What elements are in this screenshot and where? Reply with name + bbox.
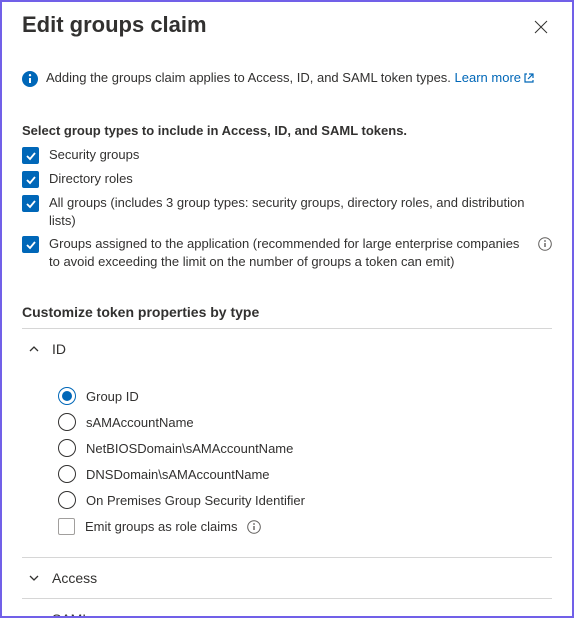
accordion-header-saml[interactable]: SAML — [22, 599, 552, 618]
radio-icon — [58, 439, 76, 457]
radio-label: On Premises Group Security Identifier — [86, 493, 305, 508]
close-icon — [534, 22, 548, 37]
checkbox-label: Groups assigned to the application (reco… — [49, 235, 528, 270]
customize-heading: Customize token properties by type — [22, 304, 552, 329]
radio-group-id[interactable]: Group ID — [58, 387, 546, 405]
checkbox-assigned-groups[interactable]: Groups assigned to the application (reco… — [22, 235, 552, 270]
panel-header: Edit groups claim — [2, 2, 572, 44]
external-link-icon — [523, 72, 535, 87]
radio-dns-sam[interactable]: DNSDomain\sAMAccountName — [58, 465, 546, 483]
info-bar: Adding the groups claim applies to Acces… — [22, 70, 552, 87]
checkbox-icon — [22, 195, 39, 212]
info-text: Adding the groups claim applies to Acces… — [46, 70, 535, 87]
radio-netbios-sam[interactable]: NetBIOSDomain\sAMAccountName — [58, 439, 546, 457]
checkbox-label: Directory roles — [49, 170, 552, 188]
accordion-body-id: Group ID sAMAccountName NetBIOSDomain\sA… — [22, 369, 552, 558]
info-text-content: Adding the groups claim applies to Acces… — [46, 70, 455, 85]
chevron-down-icon — [28, 572, 40, 584]
accordion-label: Access — [52, 570, 97, 586]
radio-label: DNSDomain\sAMAccountName — [86, 467, 270, 482]
accordion-header-access[interactable]: Access — [22, 558, 552, 599]
radio-label: Group ID — [86, 389, 139, 404]
checkbox-icon — [22, 147, 39, 164]
group-types-heading: Select group types to include in Access,… — [22, 123, 552, 138]
checkbox-icon — [22, 236, 39, 253]
panel-content: Adding the groups claim applies to Acces… — [2, 70, 572, 618]
radio-icon — [58, 387, 76, 405]
info-icon[interactable] — [247, 520, 261, 534]
radio-onprem-sid[interactable]: On Premises Group Security Identifier — [58, 491, 546, 509]
checkbox-directory-roles[interactable]: Directory roles — [22, 170, 552, 188]
checkbox-all-groups[interactable]: All groups (includes 3 group types: secu… — [22, 194, 552, 229]
accordion-label: SAML — [52, 611, 90, 618]
panel-title: Edit groups claim — [22, 12, 207, 38]
radio-icon — [58, 491, 76, 509]
accordion-label: ID — [52, 341, 66, 357]
checkbox-label: Security groups — [49, 146, 552, 164]
checkbox-label: All groups (includes 3 group types: secu… — [49, 194, 552, 229]
chevron-down-icon — [28, 613, 40, 618]
close-button[interactable] — [530, 16, 552, 38]
chevron-up-icon — [28, 343, 40, 355]
radio-label: sAMAccountName — [86, 415, 194, 430]
checkbox-label: Emit groups as role claims — [85, 519, 237, 534]
checkbox-emit-role-claims[interactable]: Emit groups as role claims — [58, 517, 546, 535]
edit-groups-claim-panel: Edit groups claim Adding the groups clai… — [0, 0, 574, 618]
radio-icon — [58, 465, 76, 483]
radio-icon — [58, 413, 76, 431]
radio-sam-account-name[interactable]: sAMAccountName — [58, 413, 546, 431]
learn-more-link[interactable]: Learn more — [455, 70, 535, 85]
info-icon — [22, 71, 38, 87]
accordion-header-id[interactable]: ID — [22, 329, 552, 369]
checkbox-icon — [22, 171, 39, 188]
checkbox-icon — [58, 518, 75, 535]
info-icon[interactable] — [538, 237, 552, 251]
checkbox-security-groups[interactable]: Security groups — [22, 146, 552, 164]
radio-label: NetBIOSDomain\sAMAccountName — [86, 441, 293, 456]
